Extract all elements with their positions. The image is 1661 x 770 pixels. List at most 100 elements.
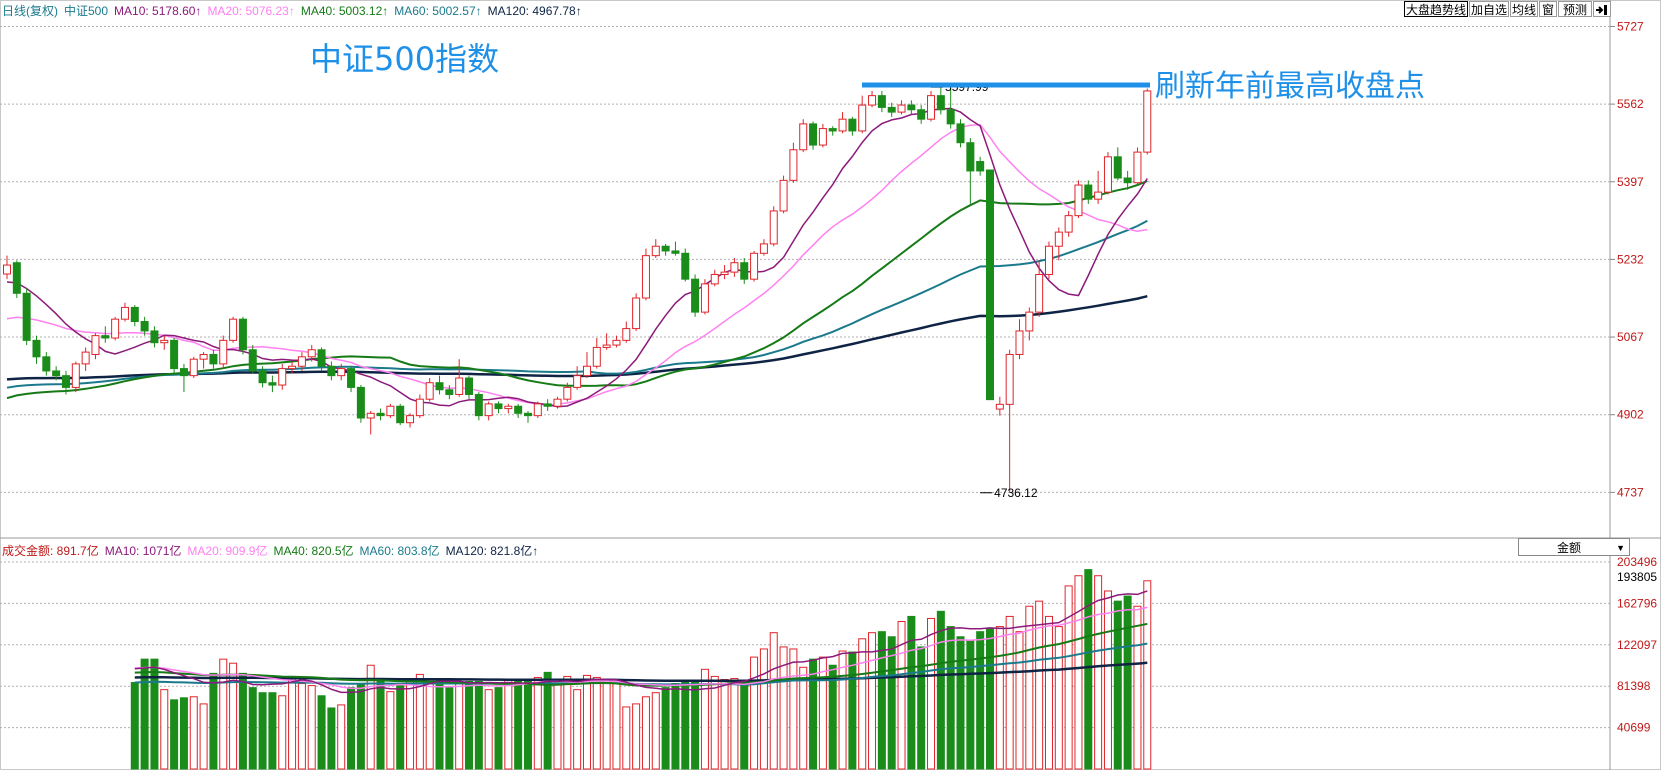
candle-body: [759, 243, 768, 254]
volume-bar: [268, 692, 277, 770]
candle-body: [543, 403, 552, 407]
volume-bar: [946, 626, 955, 770]
candle-body: [32, 339, 41, 358]
volume-bar: [1123, 595, 1132, 770]
volume-bar: [956, 636, 965, 770]
volume-tick-label: 162796: [1617, 596, 1657, 610]
volume-bar: [523, 681, 532, 770]
volume-bar: [848, 651, 857, 770]
exit-button[interactable]: [1593, 1, 1611, 17]
candle-body: [268, 382, 277, 386]
forecast-button[interactable]: 预测: [1558, 1, 1592, 17]
candle-body: [327, 365, 336, 377]
volume-bar: [632, 703, 641, 770]
volume-legend: 成交金额: 891.7亿 MA10: 1071亿 MA20: 909.9亿 MA40:…: [2, 542, 544, 559]
candle-body: [317, 349, 326, 367]
candle-body: [278, 368, 287, 386]
candle-body: [946, 109, 955, 125]
candle-body: [622, 328, 631, 341]
volume-bar: [297, 683, 306, 770]
volume-bars: [130, 569, 1152, 770]
volume-bar: [494, 687, 503, 770]
candle-body: [130, 306, 139, 323]
candlestick-series: [3, 87, 1152, 493]
volume-bar: [248, 687, 257, 770]
candle-body: [1123, 177, 1132, 184]
trend-line-button[interactable]: 大盘趋势线: [1404, 1, 1468, 17]
vol-ma40-value: MA40: 820.5亿: [273, 544, 354, 558]
candle-body: [976, 161, 985, 172]
volume-bar: [809, 658, 818, 770]
candle-body: [858, 104, 867, 132]
chart-annotations: 5597.994736.12中证500指数刷新年前最高收盘点: [310, 40, 1425, 500]
candle-body: [563, 386, 572, 400]
volume-bar: [1094, 575, 1103, 770]
candle-body: [651, 245, 660, 257]
volume-bar: [877, 631, 886, 770]
candle-body: [887, 106, 896, 113]
candle-body: [297, 356, 306, 367]
volume-metric-select[interactable]: 金额 ▼: [1518, 538, 1630, 556]
volume-bar: [671, 683, 680, 770]
candle-body: [1064, 215, 1073, 233]
candle-body: [179, 368, 188, 377]
candle-body: [602, 344, 611, 348]
volume-bar: [474, 681, 483, 770]
candle-body: [641, 255, 650, 299]
chevron-down-icon: ▼: [1616, 543, 1625, 553]
amount-value: 成交金额: 891.7亿: [2, 544, 99, 558]
volume-bar: [1064, 585, 1073, 770]
candle-body: [425, 382, 434, 400]
candle-body: [848, 118, 857, 132]
candle-body: [553, 398, 562, 407]
candle-body: [789, 149, 798, 181]
candle-body: [366, 412, 375, 419]
exit-icon: [1596, 5, 1607, 15]
candle-body: [494, 403, 503, 410]
volume-bar: [573, 689, 582, 770]
volume-bar: [140, 658, 149, 770]
volume-bar: [396, 685, 405, 770]
volume-bar: [209, 672, 218, 770]
candle-body: [750, 252, 759, 280]
volume-bar: [1103, 590, 1112, 770]
candle-body: [907, 104, 916, 111]
candle-body: [956, 123, 965, 144]
volume-bar: [199, 703, 208, 770]
window-button[interactable]: 窗: [1539, 1, 1557, 17]
volume-bar: [1133, 605, 1142, 770]
volume-bar: [288, 676, 297, 770]
candle-body: [347, 368, 356, 388]
ma40-value: MA40: 5003.12↑: [300, 4, 389, 18]
candle-body: [288, 365, 297, 370]
volume-bar: [730, 677, 739, 770]
candle-body: [406, 415, 415, 424]
vol-ma20-value: MA20: 909.9亿: [187, 544, 268, 558]
candle-body: [779, 179, 788, 212]
vol-ma60-value: MA60: 803.8亿: [359, 544, 440, 558]
volume-bar: [170, 699, 179, 770]
candle-body: [632, 297, 641, 330]
volume-bar: [1054, 626, 1063, 770]
volume-bar: [435, 680, 444, 770]
index-name: 中证500: [64, 4, 109, 18]
volume-bar: [415, 673, 424, 770]
volume-bar: [317, 695, 326, 770]
candle-body: [386, 405, 395, 417]
candle-body: [720, 271, 729, 275]
volume-bar: [356, 684, 365, 770]
vol-ma10-value: MA10: 1071亿: [104, 544, 182, 558]
candle-body: [828, 128, 837, 132]
candle-body: [573, 375, 582, 388]
candle-body: [986, 169, 994, 401]
volume-bar: [691, 681, 700, 770]
volume-bar: [582, 674, 591, 770]
candle-body: [917, 109, 926, 120]
volume-bar: [612, 683, 621, 770]
candle-body: [995, 403, 1004, 410]
add-favorite-button[interactable]: 加自选: [1469, 1, 1509, 17]
ma-button[interactable]: 均线: [1510, 1, 1538, 17]
candle-body: [465, 377, 474, 395]
candle-body: [238, 318, 247, 351]
candle-body: [730, 262, 739, 273]
